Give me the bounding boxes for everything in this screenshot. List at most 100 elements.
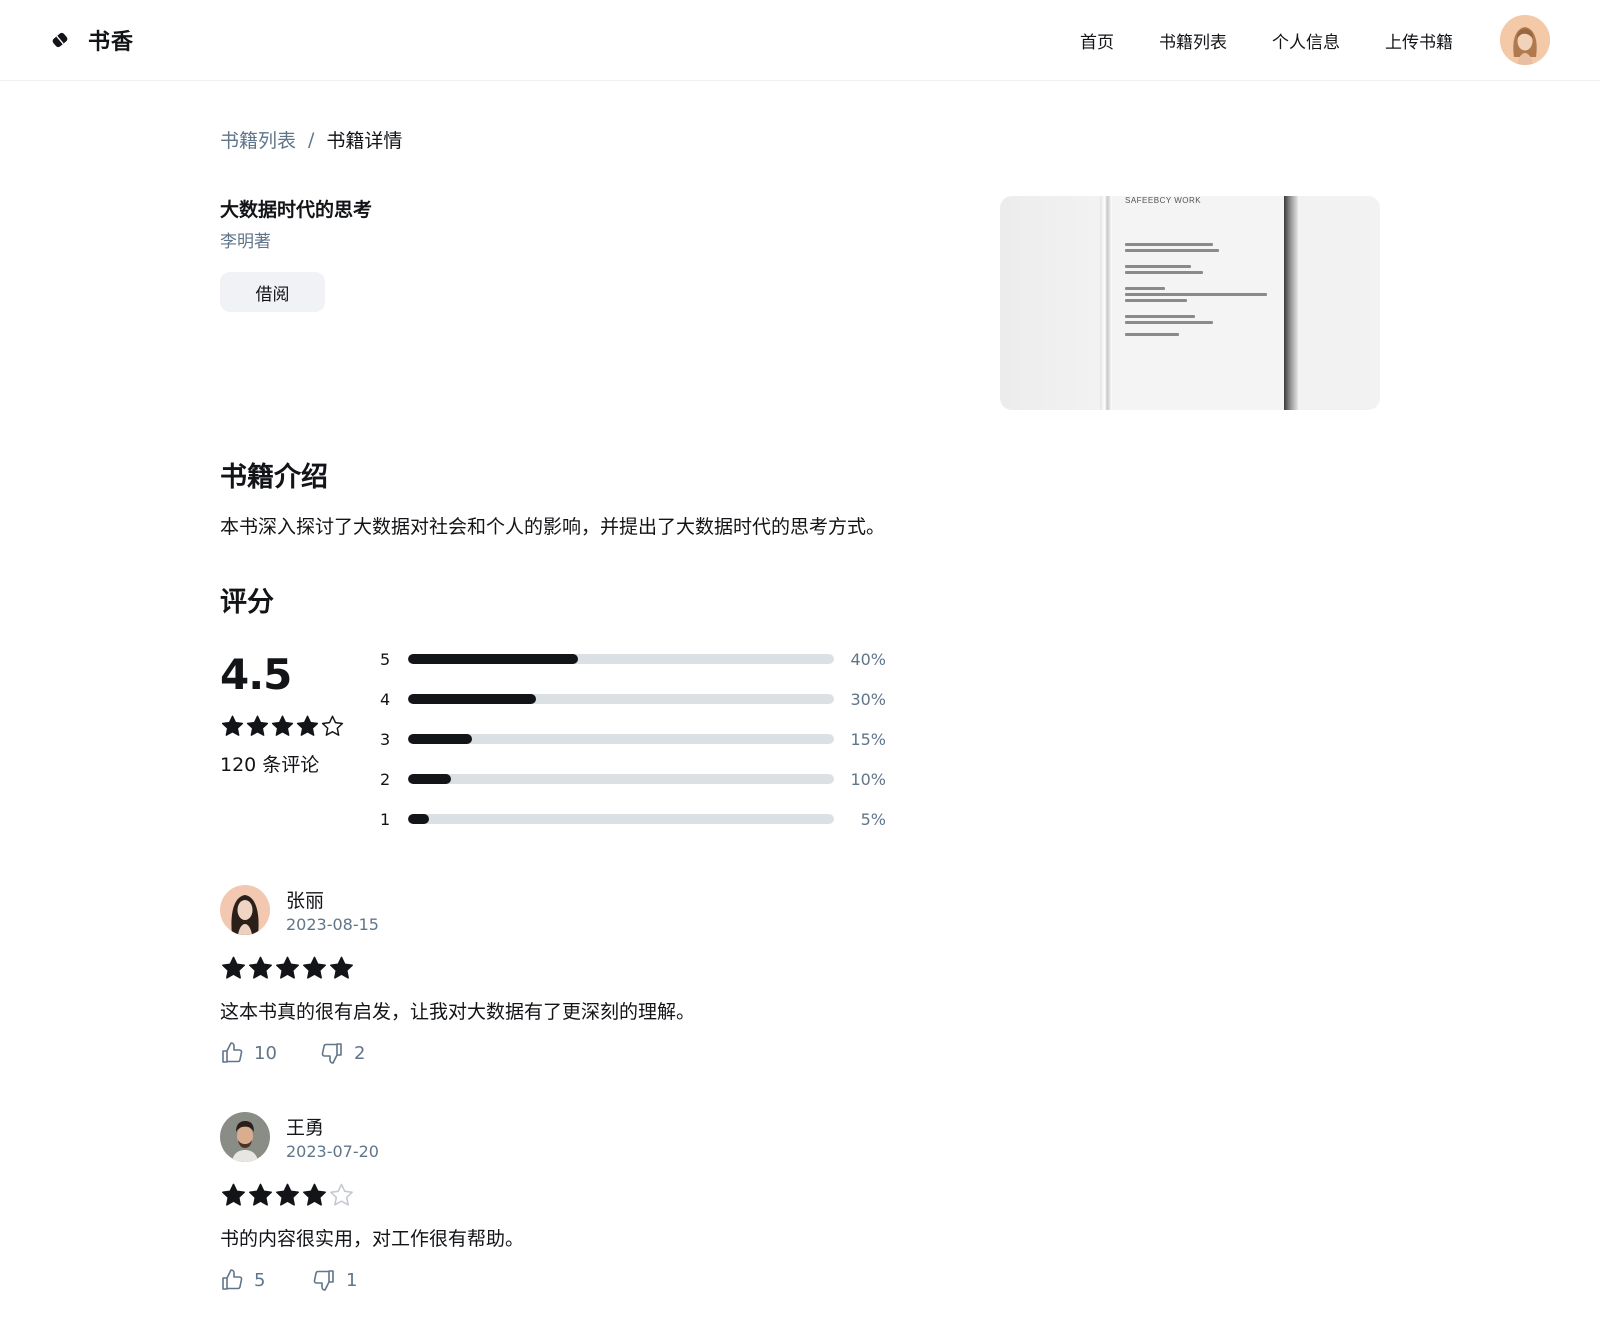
like-count: 5 (254, 1269, 266, 1291)
rating-bar-fill (408, 694, 536, 704)
cover-text-line (1125, 287, 1165, 290)
top-navbar: 书香 首页 书籍列表 个人信息 上传书籍 (0, 0, 1600, 81)
star-filled-icon (247, 955, 274, 982)
thumbs-up-icon (222, 1269, 243, 1290)
main-nav: 首页 书籍列表 个人信息 上传书籍 (1080, 26, 1498, 54)
rating-row-percent: 15% (850, 729, 886, 749)
like-button[interactable]: 10 (220, 1041, 277, 1065)
cover-text-line (1125, 315, 1195, 318)
thumbs-down-icon (321, 1043, 342, 1064)
rating-row-3: 3 15% (380, 728, 900, 750)
brand[interactable]: 书香 (50, 22, 134, 58)
review-card: 张丽 2023-08-15 这本书真的很有启发，让我对大数据有了更深刻的理解。 … (220, 885, 920, 1085)
rating-row-1: 1 5% (380, 808, 900, 830)
logo-icon (50, 30, 70, 50)
rating-row-percent: 40% (850, 649, 886, 669)
rating-bar-track (408, 814, 834, 824)
dislike-count: 2 (354, 1042, 366, 1064)
cover-text-line (1125, 265, 1191, 268)
rating-bar-fill (408, 774, 451, 784)
rating-bar-fill (408, 814, 430, 824)
nav-book-list[interactable]: 书籍列表 (1159, 28, 1227, 53)
cover-text-line (1125, 293, 1267, 296)
star-filled-icon (301, 1182, 328, 1209)
rating-row-4: 4 30% (380, 688, 900, 710)
review-text: 这本书真的很有启发，让我对大数据有了更深刻的理解。 (220, 1001, 696, 1023)
rating-row-label: 5 (380, 649, 391, 669)
review-date: 2023-07-20 (286, 1142, 379, 1161)
average-rating: 4.5 (220, 650, 292, 699)
nav-profile[interactable]: 个人信息 (1272, 28, 1340, 53)
user-avatar[interactable] (1500, 15, 1550, 65)
nav-upload[interactable]: 上传书籍 (1385, 28, 1453, 53)
reviewer-name: 张丽 (286, 890, 325, 912)
book-title: 大数据时代的思考 (220, 199, 373, 221)
dislike-button[interactable]: 2 (320, 1041, 365, 1065)
rating-bar-track (408, 654, 834, 664)
borrow-button[interactable]: 借阅 (220, 272, 325, 312)
reviewer-name: 王勇 (286, 1117, 325, 1139)
review-card: 王勇 2023-07-20 书的内容很实用，对工作很有帮助。 5 1 (220, 1112, 920, 1312)
rating-row-label: 2 (380, 769, 391, 789)
breadcrumb-separator: / (308, 128, 315, 151)
rating-bar-track (408, 734, 834, 744)
breadcrumb-current: 书籍详情 (326, 130, 403, 152)
nav-home[interactable]: 首页 (1080, 28, 1114, 53)
thumbs-up-icon (222, 1042, 243, 1063)
cover-text-line (1125, 333, 1179, 336)
star-filled-icon (220, 1182, 247, 1209)
book-cover-image: SAFEEBCY WORK (1000, 196, 1380, 410)
dislike-button[interactable]: 1 (312, 1268, 357, 1292)
rating-row-percent: 30% (850, 689, 886, 709)
average-stars (220, 714, 345, 739)
rating-bar-fill (408, 734, 472, 744)
star-filled-icon (220, 955, 247, 982)
cover-spine (1100, 196, 1112, 410)
star-filled-icon (270, 714, 295, 739)
intro-heading: 书籍介绍 (220, 462, 328, 493)
rating-row-5: 5 40% (380, 648, 900, 670)
cover-text-line (1125, 249, 1219, 252)
rating-row-label: 1 (380, 809, 391, 829)
star-filled-icon (295, 714, 320, 739)
like-count: 10 (254, 1042, 277, 1064)
review-text: 书的内容很实用，对工作很有帮助。 (220, 1228, 525, 1250)
cover-text-line (1125, 299, 1187, 302)
rating-row-label: 3 (380, 729, 391, 749)
review-stars (220, 955, 355, 982)
star-filled-icon (245, 714, 270, 739)
rating-bar-track (408, 694, 834, 704)
review-count: 120 条评论 (220, 754, 320, 776)
reviewer-avatar (220, 1112, 270, 1162)
rating-row-percent: 5% (860, 809, 886, 829)
cover-text-line (1125, 321, 1213, 324)
breadcrumb-book-list[interactable]: 书籍列表 (220, 126, 296, 153)
rating-row-2: 2 10% (380, 768, 900, 790)
star-filled-icon (247, 1182, 274, 1209)
book-author: 李明著 (220, 232, 271, 252)
star-filled-icon (274, 955, 301, 982)
cover-text-line (1125, 243, 1213, 246)
star-filled-icon (274, 1182, 301, 1209)
cover-text-line (1125, 271, 1203, 274)
rating-bar-fill (408, 654, 579, 664)
review-date: 2023-08-15 (286, 915, 379, 934)
reviewer-avatar (220, 885, 270, 935)
cover-page (1112, 196, 1284, 410)
star-filled-icon (301, 955, 328, 982)
rating-row-label: 4 (380, 689, 391, 709)
cover-heading: SAFEEBCY WORK (1125, 196, 1202, 205)
rating-bar-track (408, 774, 834, 784)
like-button[interactable]: 5 (220, 1268, 265, 1292)
breadcrumb: 书籍列表 / 书籍详情 (220, 126, 402, 153)
star-filled-icon (220, 714, 245, 739)
brand-name: 书香 (88, 30, 135, 55)
cover-edge (1284, 196, 1298, 410)
star-empty-icon (320, 714, 345, 739)
book-description: 本书深入探讨了大数据对社会和个人的影响，并提出了大数据时代的思考方式。 (220, 516, 886, 538)
rating-heading: 评分 (220, 587, 274, 618)
dislike-count: 1 (346, 1269, 358, 1291)
review-stars (220, 1182, 355, 1209)
rating-row-percent: 10% (850, 769, 886, 789)
star-filled-icon (328, 955, 355, 982)
